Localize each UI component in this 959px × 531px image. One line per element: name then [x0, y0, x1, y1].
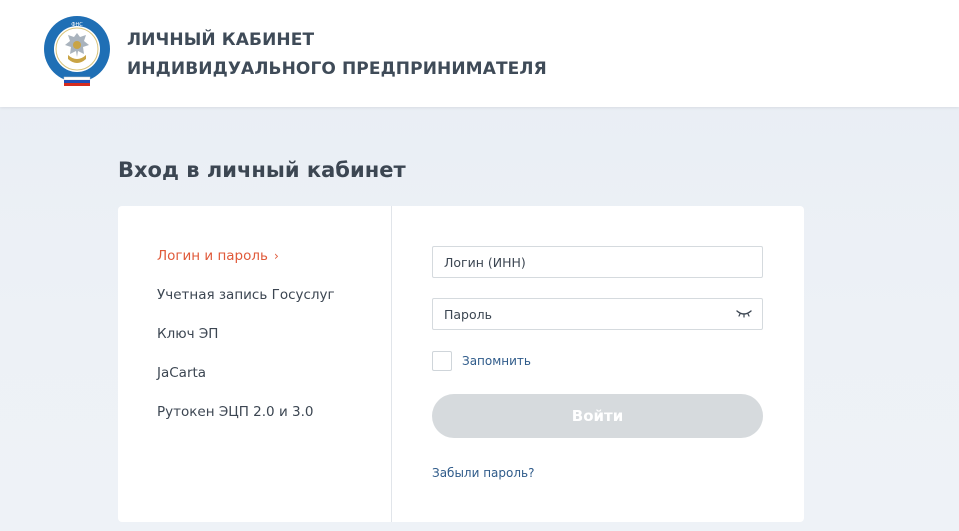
remember-me[interactable]: Запомнить — [432, 351, 531, 371]
header-title-line1: ЛИЧНЫЙ КАБИНЕТ — [127, 30, 315, 50]
fns-emblem-icon: ФНС — [44, 16, 110, 86]
login-field — [432, 246, 763, 278]
auth-method-login-password[interactable]: Логин и пароль › — [157, 246, 335, 285]
auth-method-label: Логин и пароль — [157, 248, 268, 264]
auth-method-rutoken[interactable]: Рутокен ЭЦП 2.0 и 3.0 — [157, 402, 335, 441]
auth-method-label: JaCarta — [157, 365, 207, 381]
eye-closed-icon[interactable] — [736, 308, 752, 318]
login-submit-button[interactable]: Войти — [432, 394, 763, 438]
auth-method-gosuslugi[interactable]: Учетная запись Госуслуг — [157, 285, 335, 324]
logo-ring-text: ФНС — [71, 22, 83, 28]
auth-method-label: Учетная запись Госуслуг — [157, 287, 335, 303]
forgot-password-link[interactable]: Забыли пароль? — [432, 466, 534, 480]
login-card: Логин и пароль › Учетная запись Госуслуг … — [118, 206, 804, 522]
header-title: ЛИЧНЫЙ КАБИНЕТ ИНДИВИДУАЛЬНОГО ПРЕДПРИНИ… — [127, 26, 547, 84]
remember-checkbox[interactable] — [432, 351, 452, 371]
auth-method-label: Ключ ЭП — [157, 326, 219, 342]
card-divider — [391, 206, 392, 522]
auth-method-label: Рутокен ЭЦП 2.0 и 3.0 — [157, 404, 314, 420]
page-title: Вход в личный кабинет — [118, 158, 406, 182]
auth-method-ep-key[interactable]: Ключ ЭП — [157, 324, 335, 363]
chevron-right-icon: › — [273, 249, 279, 263]
auth-method-jacarta[interactable]: JaCarta — [157, 363, 335, 402]
password-field — [432, 298, 763, 330]
header: ФНС ЛИЧНЫЙ КАБИНЕТ ИНДИВИДУАЛЬНОГО ПРЕДП… — [0, 0, 959, 107]
login-input[interactable] — [433, 247, 762, 277]
auth-method-list: Логин и пароль › Учетная запись Госуслуг … — [157, 246, 335, 441]
password-input[interactable] — [433, 299, 762, 329]
header-title-line2: ИНДИВИДУАЛЬНОГО ПРЕДПРИНИМАТЕЛЯ — [127, 59, 547, 79]
remember-label: Запомнить — [462, 354, 531, 368]
